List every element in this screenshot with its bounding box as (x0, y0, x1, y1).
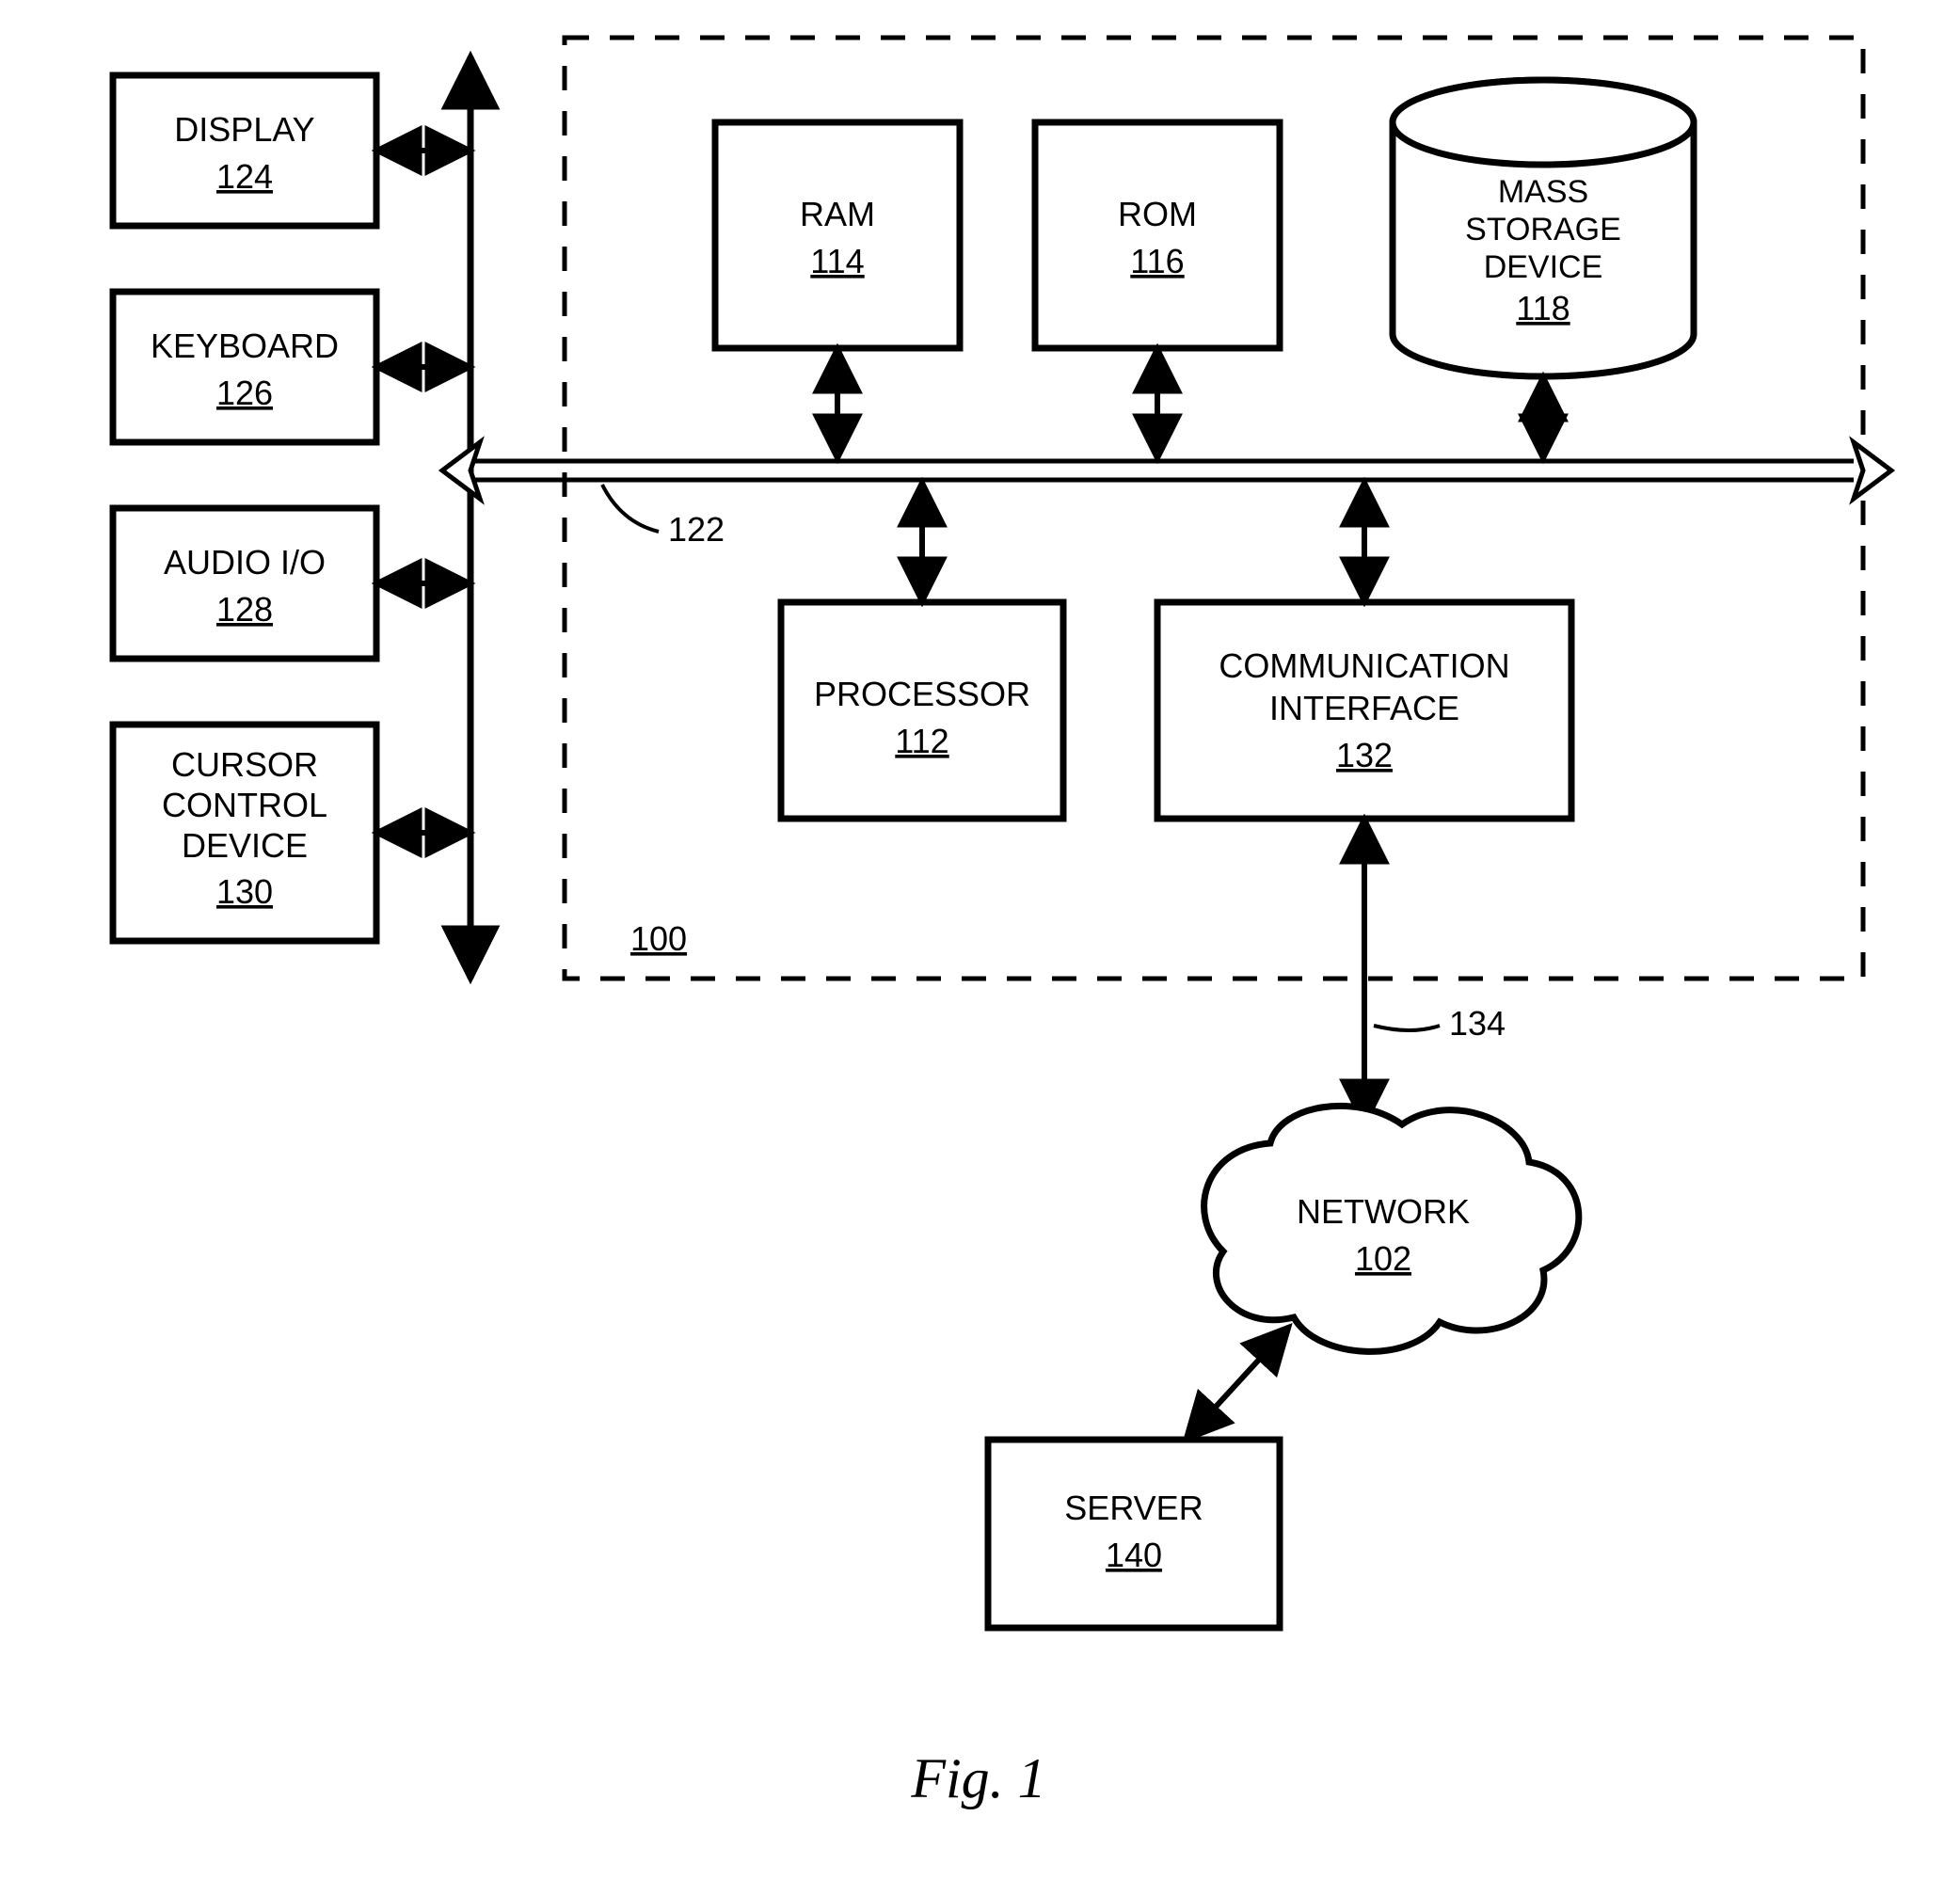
keyboard-block: KEYBOARD 126 (113, 292, 376, 442)
audio-label: AUDIO I/O (164, 543, 326, 582)
cursor-block: CURSOR CONTROL DEVICE 130 (113, 725, 376, 941)
display-block: DISPLAY 124 (113, 75, 376, 226)
server-num: 140 (1106, 1536, 1162, 1574)
link-num: 134 (1449, 1004, 1506, 1043)
audio-num: 128 (216, 590, 273, 629)
storage-l3: DEVICE (1484, 249, 1603, 285)
link-leader (1374, 1026, 1440, 1030)
server-block: SERVER 140 (988, 1440, 1280, 1628)
processor-block: PROCESSOR 112 (781, 602, 1063, 819)
internal-bus: 122 (442, 442, 1891, 549)
display-label: DISPLAY (174, 110, 314, 149)
net-server-link (1186, 1327, 1289, 1440)
storage-block: MASS STORAGE DEVICE 118 (1393, 80, 1694, 376)
cursor-l3: DEVICE (182, 826, 308, 865)
cursor-l1: CURSOR (171, 745, 318, 784)
comm-l1: COMMUNICATION (1219, 646, 1509, 685)
ram-label: RAM (800, 195, 875, 233)
comm-block: COMMUNICATION INTERFACE 132 (1157, 602, 1571, 819)
storage-l2: STORAGE (1465, 212, 1621, 247)
bus-num: 122 (668, 510, 725, 549)
storage-l1: MASS (1498, 174, 1588, 210)
display-num: 124 (216, 157, 273, 196)
keyboard-num: 126 (216, 374, 273, 412)
rom-block: ROM 116 (1035, 122, 1280, 348)
rom-label: ROM (1118, 195, 1197, 233)
comm-l2: INTERFACE (1269, 689, 1459, 727)
comm-num: 132 (1336, 736, 1393, 774)
ram-num: 114 (810, 242, 864, 280)
figure-caption: Fig. 1 (910, 1747, 1045, 1809)
network-label: NETWORK (1297, 1192, 1470, 1231)
processor-num: 112 (895, 722, 948, 760)
network-num: 102 (1355, 1239, 1411, 1278)
processor-label: PROCESSOR (814, 675, 1030, 713)
audio-block: AUDIO I/O 128 (113, 508, 376, 659)
rom-num: 116 (1130, 242, 1184, 280)
cursor-l2: CONTROL (162, 786, 327, 824)
ram-block: RAM 114 (715, 122, 960, 348)
cursor-num: 130 (216, 872, 273, 911)
storage-num: 118 (1516, 289, 1570, 327)
server-label: SERVER (1064, 1489, 1203, 1527)
system-num: 100 (630, 919, 687, 958)
system-block-diagram: DISPLAY 124 KEYBOARD 126 AUDIO I/O 128 C… (0, 0, 1960, 1896)
network-block: NETWORK 102 (1204, 1106, 1579, 1351)
keyboard-label: KEYBOARD (151, 327, 339, 365)
